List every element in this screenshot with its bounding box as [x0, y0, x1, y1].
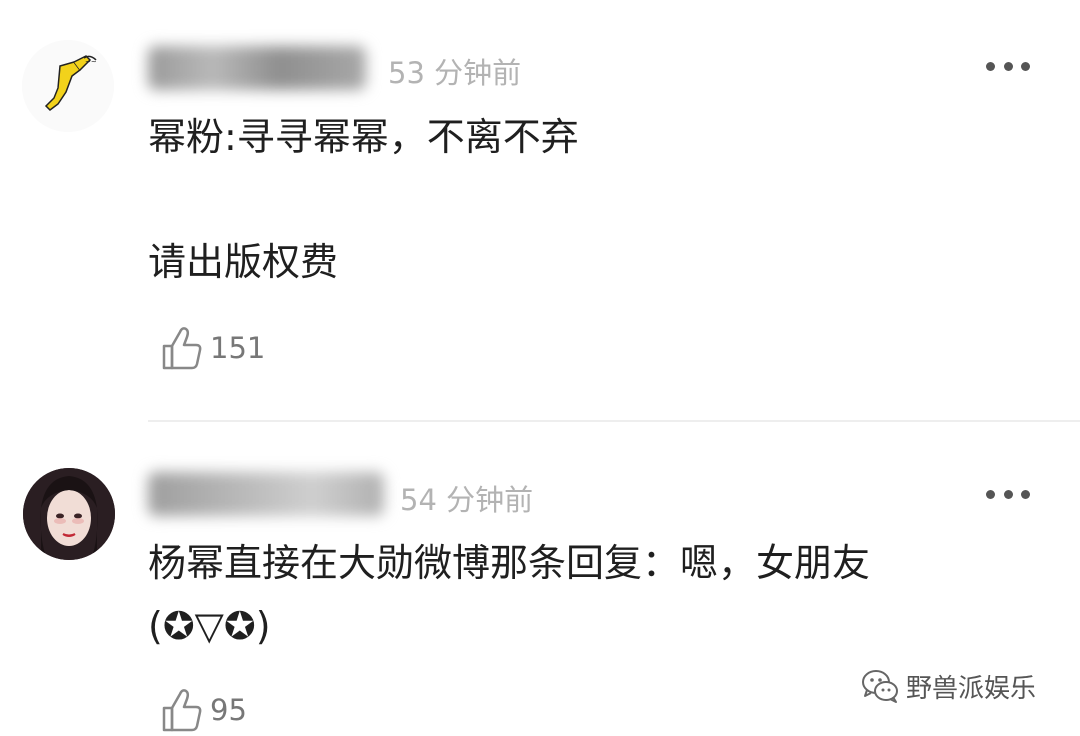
like-count: 95	[210, 693, 247, 727]
comment-1: ~~ 53 分钟前 幂粉:寻寻幂幂，不离不弃 请出版权费 151	[0, 0, 1080, 420]
username-blurred[interactable]	[148, 46, 366, 90]
watermark-label: 野兽派娱乐	[906, 673, 1037, 704]
avatar[interactable]	[23, 468, 115, 560]
portrait-avatar-icon	[23, 468, 115, 560]
cartoon-avatar-icon: ~~	[22, 40, 114, 132]
avatar[interactable]: ~~	[22, 40, 114, 132]
comment-text-line: 请出版权费	[148, 240, 339, 284]
timestamp: 53 分钟前	[388, 56, 522, 90]
more-options-icon[interactable]	[986, 488, 1030, 500]
comment-text-line: 杨幂直接在大勋微博那条回复：嗯，女朋友	[148, 541, 871, 585]
watermark: 野兽派娱乐	[858, 664, 1036, 708]
thumbs-up-icon	[162, 327, 202, 370]
like-button[interactable]: 95	[160, 686, 247, 734]
wechat-icon	[862, 670, 898, 703]
like-count: 151	[210, 331, 266, 365]
thumbs-up-icon	[162, 689, 202, 732]
comment-text-line: (✪▽✪)	[148, 604, 271, 648]
like-button[interactable]: 151	[160, 324, 265, 372]
timestamp: 54 分钟前	[400, 483, 534, 517]
username-blurred[interactable]	[148, 472, 384, 516]
comment-text-line: 幂粉:寻寻幂幂，不离不弃	[148, 115, 579, 159]
svg-text:~~: ~~	[85, 58, 97, 66]
more-options-icon[interactable]	[986, 60, 1030, 72]
